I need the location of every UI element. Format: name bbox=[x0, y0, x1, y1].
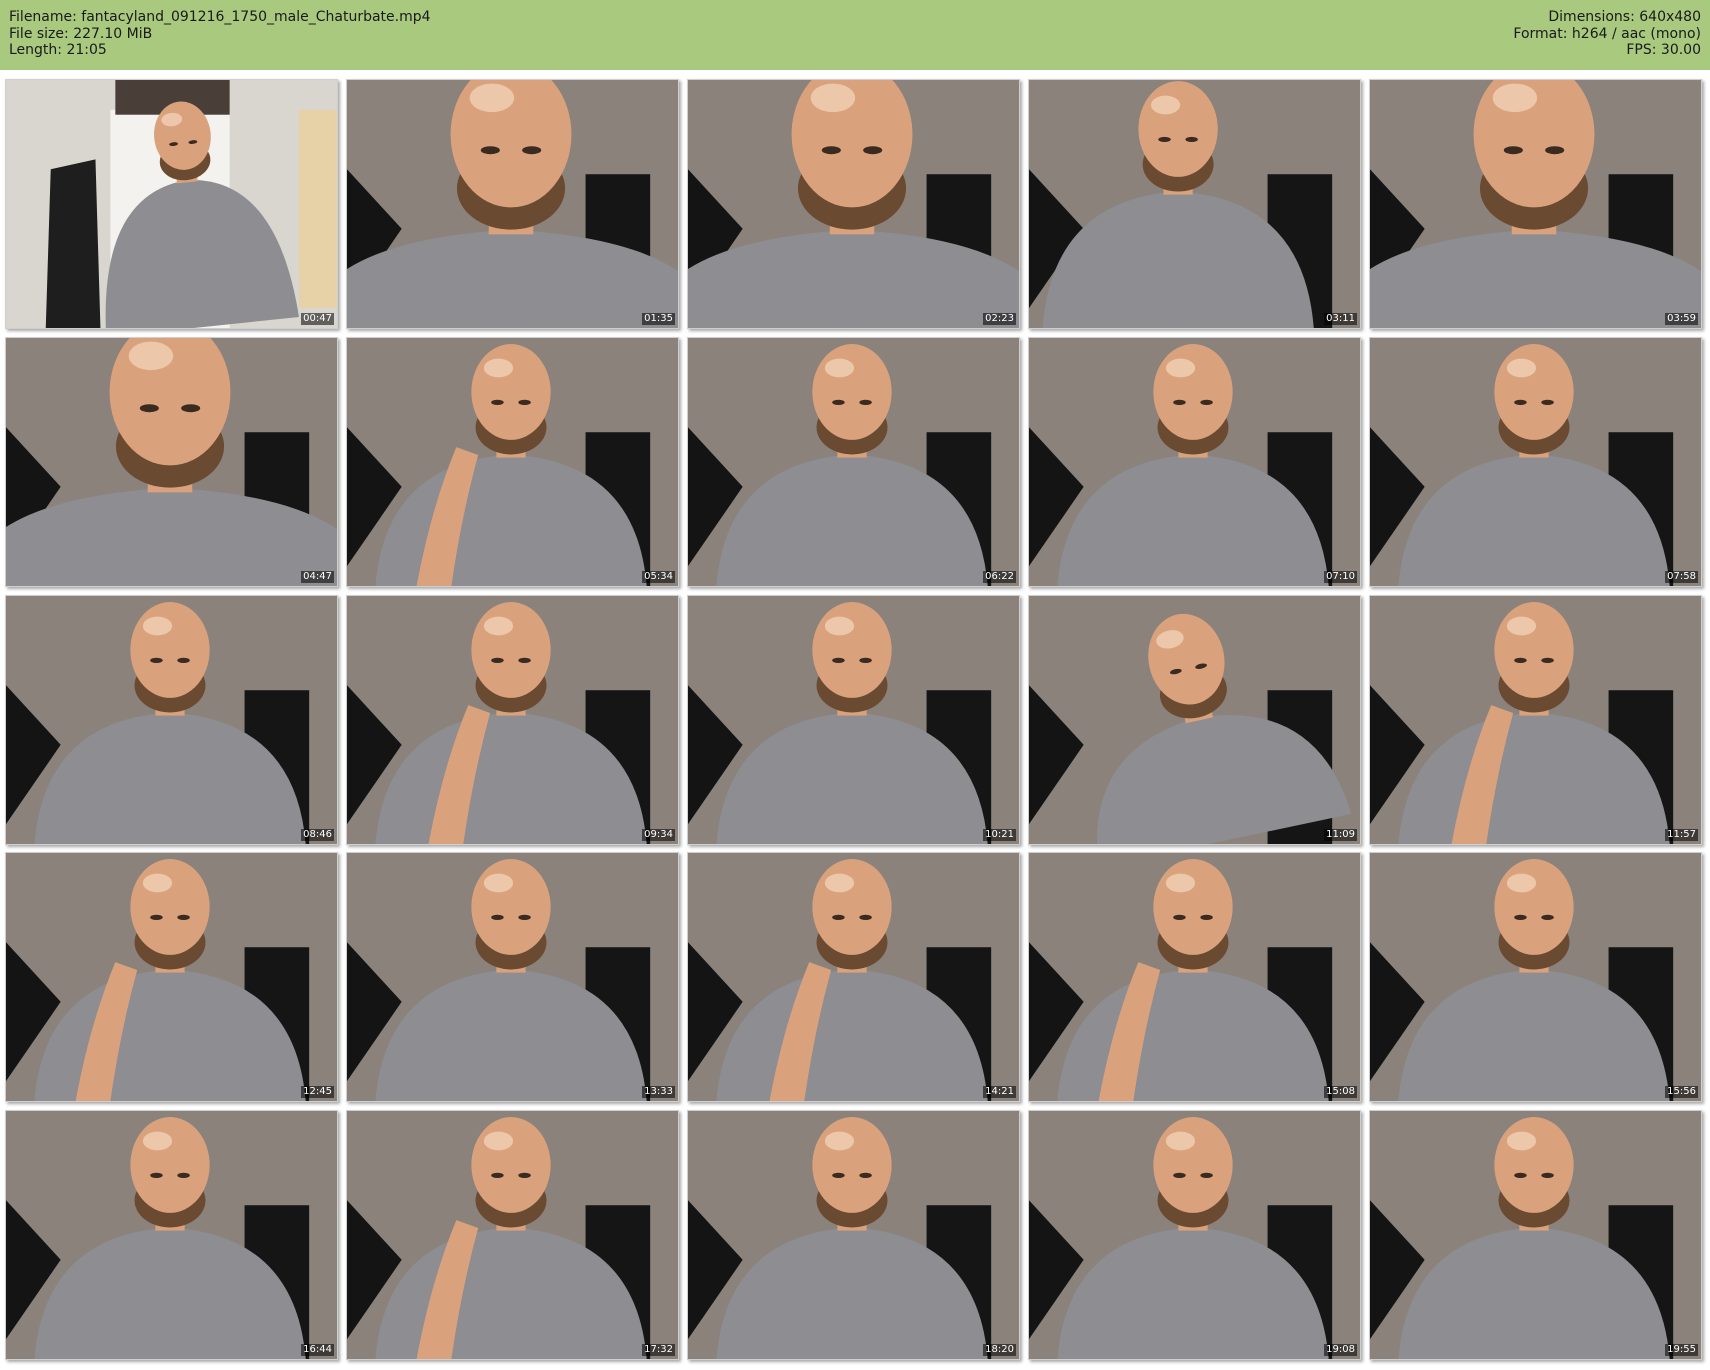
thumbnail-frame: 08:46 bbox=[5, 595, 338, 845]
frame-timestamp: 11:09 bbox=[1324, 829, 1357, 841]
thumbnail-frame: 12:45 bbox=[5, 852, 338, 1102]
thumbnail-frame: 19:55 bbox=[1369, 1110, 1702, 1360]
thumbnail-frame: 19:08 bbox=[1028, 1110, 1361, 1360]
frame-image bbox=[347, 596, 678, 844]
frame-timestamp: 04:47 bbox=[301, 571, 334, 583]
frame-timestamp: 15:08 bbox=[1324, 1086, 1357, 1098]
frame-image bbox=[1029, 338, 1360, 586]
thumbnail-frame: 01:35 bbox=[346, 79, 679, 329]
thumbnail-frame: 16:44 bbox=[5, 1110, 338, 1360]
thumbnail-frame: 14:21 bbox=[687, 852, 1020, 1102]
frame-image bbox=[688, 596, 1019, 844]
filename-text: Filename: fantacyland_091216_1750_male_C… bbox=[9, 9, 431, 25]
frame-timestamp: 12:45 bbox=[301, 1086, 334, 1098]
frame-timestamp: 13:33 bbox=[642, 1086, 675, 1098]
frame-timestamp: 16:44 bbox=[301, 1344, 334, 1356]
frame-image bbox=[6, 853, 337, 1101]
frame-timestamp: 15:56 bbox=[1665, 1086, 1698, 1098]
frame-timestamp: 18:20 bbox=[983, 1344, 1016, 1356]
thumbnail-frame: 03:59 bbox=[1369, 79, 1702, 329]
frame-timestamp: 00:47 bbox=[301, 313, 334, 325]
frame-image bbox=[1370, 596, 1701, 844]
thumbnail-frame: 18:20 bbox=[687, 1110, 1020, 1360]
frame-image bbox=[688, 1111, 1019, 1359]
frame-timestamp: 03:59 bbox=[1665, 313, 1698, 325]
frame-image bbox=[347, 1111, 678, 1359]
frame-timestamp: 01:35 bbox=[642, 313, 675, 325]
thumbnail-frame: 09:34 bbox=[346, 595, 679, 845]
thumbnail-frame: 11:09 bbox=[1028, 595, 1361, 845]
thumbnail-frame: 15:08 bbox=[1028, 852, 1361, 1102]
frame-image bbox=[688, 80, 1019, 328]
thumbnail-frame: 04:47 bbox=[5, 337, 338, 587]
frame-image bbox=[6, 338, 337, 586]
frame-timestamp: 19:55 bbox=[1665, 1344, 1698, 1356]
frame-image bbox=[1370, 853, 1701, 1101]
frame-timestamp: 10:21 bbox=[983, 829, 1016, 841]
thumbnail-frame: 10:21 bbox=[687, 595, 1020, 845]
frame-image bbox=[6, 1111, 337, 1359]
frame-image bbox=[1370, 80, 1701, 328]
metadata-header: Filename: fantacyland_091216_1750_male_C… bbox=[0, 0, 1710, 70]
thumbnail-frame: 15:56 bbox=[1369, 852, 1702, 1102]
thumbnail-frame: 05:34 bbox=[346, 337, 679, 587]
frame-timestamp: 17:32 bbox=[642, 1344, 675, 1356]
thumbnail-frame: 02:23 bbox=[687, 79, 1020, 329]
frame-timestamp: 02:23 bbox=[983, 313, 1016, 325]
dimensions-text: Dimensions: 640x480 bbox=[1548, 9, 1701, 25]
frame-image bbox=[1370, 1111, 1701, 1359]
thumbnail-frame: 06:22 bbox=[687, 337, 1020, 587]
frame-timestamp: 07:58 bbox=[1665, 571, 1698, 583]
frame-timestamp: 07:10 bbox=[1324, 571, 1357, 583]
frame-image bbox=[1029, 853, 1360, 1101]
frame-image bbox=[347, 853, 678, 1101]
frame-image bbox=[688, 853, 1019, 1101]
frame-timestamp: 03:11 bbox=[1324, 313, 1357, 325]
thumbnail-frame: 07:10 bbox=[1028, 337, 1361, 587]
thumbnail-frame: 13:33 bbox=[346, 852, 679, 1102]
frame-timestamp: 09:34 bbox=[642, 829, 675, 841]
thumbnail-frame: 00:47 bbox=[5, 79, 338, 329]
frame-timestamp: 06:22 bbox=[983, 571, 1016, 583]
thumbnail-frame: 11:57 bbox=[1369, 595, 1702, 845]
metadata-right: Dimensions: 640x480 Format: h264 / aac (… bbox=[1513, 9, 1701, 59]
frame-image bbox=[347, 80, 678, 328]
frame-image bbox=[6, 596, 337, 844]
fps-text: FPS: 30.00 bbox=[1626, 42, 1701, 58]
filesize-text: File size: 227.10 MiB bbox=[9, 25, 153, 42]
format-text: Format: h264 / aac (mono) bbox=[1513, 25, 1701, 42]
frame-image bbox=[1029, 80, 1360, 328]
frame-timestamp: 19:08 bbox=[1324, 1344, 1357, 1356]
thumbnail-frame: 07:58 bbox=[1369, 337, 1702, 587]
frame-image bbox=[688, 338, 1019, 586]
frame-image bbox=[1370, 338, 1701, 586]
frame-image bbox=[1029, 1111, 1360, 1359]
thumbnail-grid: 00:47 01:35 02:23 03:11 03:59 04:47 05:34 06:22… bbox=[0, 70, 1710, 1370]
length-text: Length: 21:05 bbox=[9, 42, 107, 58]
metadata-left: Filename: fantacyland_091216_1750_male_C… bbox=[9, 9, 431, 59]
frame-timestamp: 11:57 bbox=[1665, 829, 1698, 841]
frame-timestamp: 14:21 bbox=[983, 1086, 1016, 1098]
frame-timestamp: 05:34 bbox=[642, 571, 675, 583]
thumbnail-frame: 03:11 bbox=[1028, 79, 1361, 329]
frame-timestamp: 08:46 bbox=[301, 829, 334, 841]
frame-image bbox=[1029, 596, 1360, 844]
frame-image bbox=[6, 80, 337, 328]
frame-image bbox=[347, 338, 678, 586]
thumbnail-frame: 17:32 bbox=[346, 1110, 679, 1360]
